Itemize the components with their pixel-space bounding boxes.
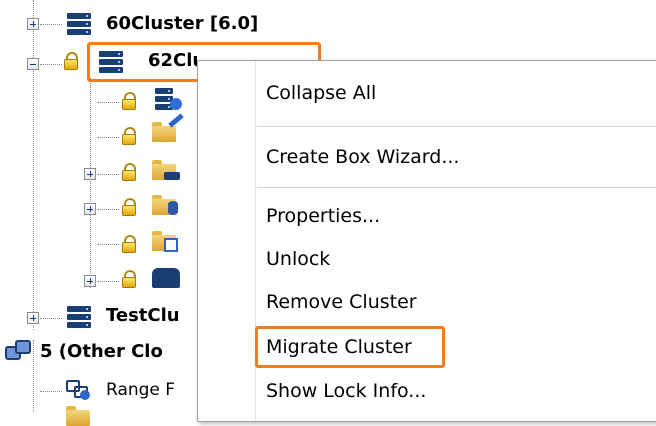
menu-item-unlock[interactable]: Unlock <box>266 247 330 271</box>
tree-guide-line <box>97 244 119 245</box>
tree-node-60cluster[interactable]: 60Cluster [6.0] <box>106 13 258 35</box>
tree-guide-line <box>97 137 119 138</box>
lock-icon <box>122 163 136 181</box>
menu-item-create-box-wizard[interactable]: Create Box Wizard... <box>266 145 459 169</box>
tree-guide-line <box>90 78 91 288</box>
server-icon <box>67 306 91 328</box>
gear-icon <box>170 98 182 110</box>
lock-icon <box>122 198 136 216</box>
range-icon[interactable] <box>66 378 92 400</box>
lock-icon <box>122 127 136 145</box>
server-icon <box>99 51 123 73</box>
expand-plus-icon[interactable] <box>27 312 39 324</box>
tree-guide-line <box>40 24 62 25</box>
expand-plus-icon[interactable] <box>84 275 96 287</box>
menu-item-migrate-cluster[interactable]: Migrate Cluster <box>266 335 412 359</box>
expand-plus-icon[interactable] <box>27 18 39 30</box>
tree-node-62cluster[interactable]: 62Cluster [6.2] <box>148 50 198 72</box>
tree-node-range[interactable]: Range F <box>106 379 198 401</box>
cluster-group-icon[interactable] <box>5 340 33 362</box>
menu-item-collapse-all[interactable]: Collapse All <box>266 81 376 105</box>
tree-guide-line <box>97 102 119 103</box>
tree-guide-line <box>97 174 119 175</box>
folder-icon <box>66 406 90 426</box>
lock-icon <box>122 92 136 110</box>
wrench-icon <box>168 113 184 128</box>
collapse-minus-icon[interactable] <box>27 58 39 70</box>
expand-plus-icon[interactable] <box>84 203 96 215</box>
server-icon <box>67 13 91 35</box>
tree-node-testcluster[interactable]: TestClu <box>106 305 198 327</box>
settings-window-icon <box>164 238 178 252</box>
tree-guide-line <box>33 0 34 330</box>
tree-guide-line <box>33 340 34 412</box>
menu-item-remove-cluster[interactable]: Remove Cluster <box>266 290 417 314</box>
drive-icon <box>164 172 180 180</box>
menu-item-show-lock-info[interactable]: Show Lock Info... <box>266 379 426 403</box>
tree-guide-line <box>40 64 62 65</box>
database-icon <box>168 201 178 215</box>
tree-guide-line <box>97 281 119 282</box>
tree-guide-line <box>40 391 62 392</box>
storage-icon[interactable] <box>152 268 180 288</box>
tree-node-other-clusters[interactable]: 5 (Other Clo <box>40 341 198 363</box>
menu-item-properties[interactable]: Properties... <box>266 204 380 228</box>
menu-separator <box>257 187 656 188</box>
menu-separator <box>257 126 656 127</box>
lock-icon <box>122 270 136 288</box>
tree-guide-line <box>97 209 119 210</box>
expand-plus-icon[interactable] <box>84 168 96 180</box>
context-menu: Collapse All Create Box Wizard... Proper… <box>197 60 656 422</box>
lock-icon <box>64 52 78 70</box>
lock-icon <box>122 235 136 253</box>
tree-guide-line <box>40 318 62 319</box>
